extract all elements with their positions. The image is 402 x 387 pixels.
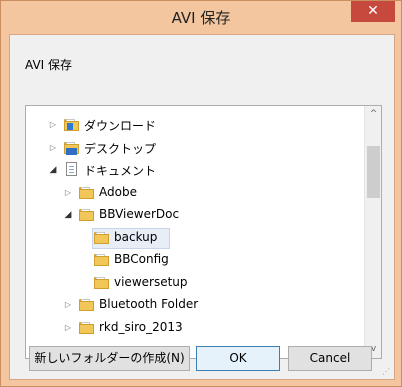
folder-icon — [79, 296, 95, 312]
folder-icon — [94, 229, 110, 245]
folder-tree[interactable]: ▷ ダウンロード ▷ デスクトップ ◢ ドキュメント ▷ Adobe ◢ BBViewerDoc b… — [25, 105, 382, 359]
tree-item-viewersetup[interactable]: viewersetup — [28, 272, 358, 294]
downloads-folder-icon — [64, 116, 80, 132]
desktop-folder-icon — [64, 139, 80, 155]
tree-item-label: Bluetooth Folder — [99, 297, 199, 311]
dialog-description: AVI 保存 — [25, 58, 73, 72]
collapsed-arrow-icon[interactable]: ▷ — [63, 299, 73, 311]
tree-item-label: BBConfig — [114, 252, 169, 266]
collapsed-arrow-icon[interactable]: ▷ — [48, 119, 58, 131]
folder-icon — [79, 206, 95, 222]
tree-item-label: rkd_siro_2013 — [99, 319, 183, 334]
folder-icon — [94, 251, 110, 267]
expanded-arrow-icon[interactable]: ◢ — [48, 164, 58, 176]
tree-item-label: Adobe — [99, 184, 137, 199]
scroll-thumb[interactable] — [367, 146, 380, 198]
tree-item-ドキュメント[interactable]: ◢ ドキュメント — [28, 159, 358, 181]
resize-grip-icon[interactable]: ⋰ — [382, 367, 392, 377]
expanded-arrow-icon[interactable]: ◢ — [63, 209, 73, 221]
tree-item-bbviewerdoc[interactable]: ◢ BBViewerDoc — [28, 204, 358, 226]
tree-item-label: viewersetup — [114, 274, 188, 289]
vertical-scrollbar[interactable]: ^ v — [364, 106, 381, 358]
tree-item-label: ダウンロード — [84, 119, 157, 133]
close-icon: ✕ — [367, 3, 379, 19]
window-title: AVI 保存 — [171, 9, 231, 27]
title-bar[interactable]: AVI 保存 ✕ — [1, 1, 401, 34]
collapsed-arrow-icon[interactable]: ▷ — [48, 142, 58, 154]
tree-item-デスクトップ[interactable]: ▷ デスクトップ — [28, 137, 358, 159]
tree-item-label: BBViewerDoc — [99, 207, 180, 221]
cancel-button[interactable]: Cancel — [288, 346, 372, 371]
tree-item-rkd_siro_2013[interactable]: ▷ rkd_siro_2013 — [28, 317, 358, 339]
tree-item-adobe[interactable]: ▷ Adobe — [28, 182, 358, 204]
new-folder-button[interactable]: 新しいフォルダーの作成(N) — [29, 346, 190, 371]
tree-item-label: ドキュメント — [84, 164, 157, 178]
tree-item-label: backup — [114, 229, 158, 244]
tree-item-bbconfig[interactable]: BBConfig — [28, 249, 358, 271]
tree-item-bluetooth-folder[interactable]: ▷ Bluetooth Folder — [28, 294, 358, 316]
folder-icon — [79, 184, 95, 200]
folder-browser-dialog: AVI 保存 ✕ AVI 保存 ▷ ダウンロード ▷ デスクトップ ◢ ドキュメント ▷ Ad… — [0, 0, 402, 387]
tree-item-backup[interactable]: backup — [28, 227, 358, 249]
folder-icon — [79, 319, 95, 335]
documents-icon — [64, 161, 80, 177]
collapsed-arrow-icon[interactable]: ▷ — [63, 322, 73, 334]
ok-button[interactable]: OK — [196, 346, 280, 371]
collapsed-arrow-icon[interactable]: ▷ — [63, 187, 73, 199]
close-button[interactable]: ✕ — [351, 1, 395, 22]
tree-item-label: デスクトップ — [84, 141, 157, 156]
folder-icon — [94, 274, 110, 290]
scroll-up-icon[interactable]: ^ — [365, 106, 382, 123]
dialog-body: AVI 保存 ▷ ダウンロード ▷ デスクトップ ◢ ドキュメント ▷ Adobe ◢ BBVie… — [9, 34, 395, 380]
tree-item-ダウンロード[interactable]: ▷ ダウンロード — [28, 114, 358, 136]
folder-tree-items: ▷ ダウンロード ▷ デスクトップ ◢ ドキュメント ▷ Adobe ◢ BBViewerDoc b… — [26, 106, 363, 358]
